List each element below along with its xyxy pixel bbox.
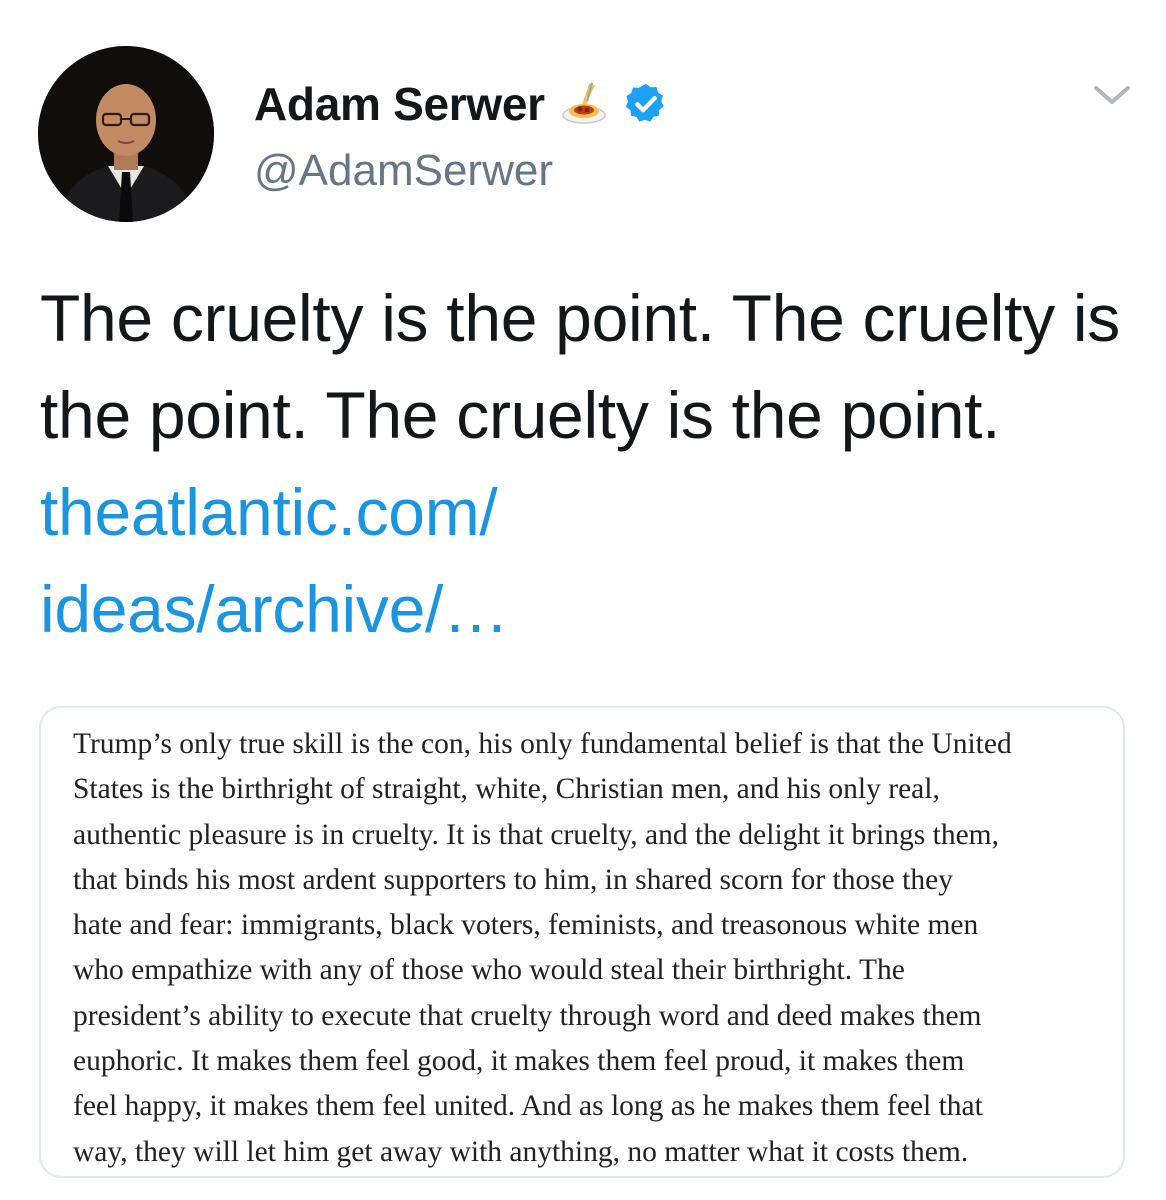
quote-line: euphoric. It makes them feel good, it ma… (73, 1045, 965, 1078)
tweet-body: The cruelty is the point. The cruelty is… (40, 281, 1120, 452)
tweet-text: The cruelty is the point. The cruelty is… (40, 270, 1130, 658)
article-link[interactable]: theatlantic.com/ideas/archive/… (40, 475, 509, 646)
article-link-line2: ideas/archive/… (40, 572, 509, 646)
quote-line: Trump’s only true skill is the con, his … (73, 728, 1012, 760)
quote-line: authentic pleasure is in cruelty. It is … (73, 818, 999, 851)
attached-image[interactable]: Trump’s only true skill is the con, his … (39, 706, 1125, 1178)
quote-line: States is the birthright of straight, wh… (73, 773, 940, 806)
spaghetti-icon (559, 79, 609, 129)
display-name[interactable]: Adam Serwer (254, 77, 545, 131)
avatar-portrait (38, 46, 214, 222)
article-link-line1: theatlantic.com/ (40, 475, 498, 549)
avatar[interactable] (38, 46, 214, 222)
quote-line: feel happy, it makes them feel united. A… (73, 1090, 983, 1123)
quote-text: Trump’s only true skill is the con, his … (73, 722, 1113, 1175)
verified-badge-icon (623, 81, 669, 127)
quote-line: who empathize with any of those who woul… (73, 954, 905, 987)
quote-line: that binds his most ardent supporters to… (73, 863, 953, 896)
quote-line: president’s ability to execute that crue… (73, 999, 982, 1032)
quote-line: way, they will let him get away with any… (73, 1135, 969, 1168)
display-name-row: Adam Serwer (254, 72, 669, 136)
quote-line: hate and fear: immigrants, black voters,… (73, 909, 979, 942)
chevron-down-icon[interactable] (1088, 76, 1136, 116)
handle[interactable]: @AdamSerwer (254, 146, 553, 196)
